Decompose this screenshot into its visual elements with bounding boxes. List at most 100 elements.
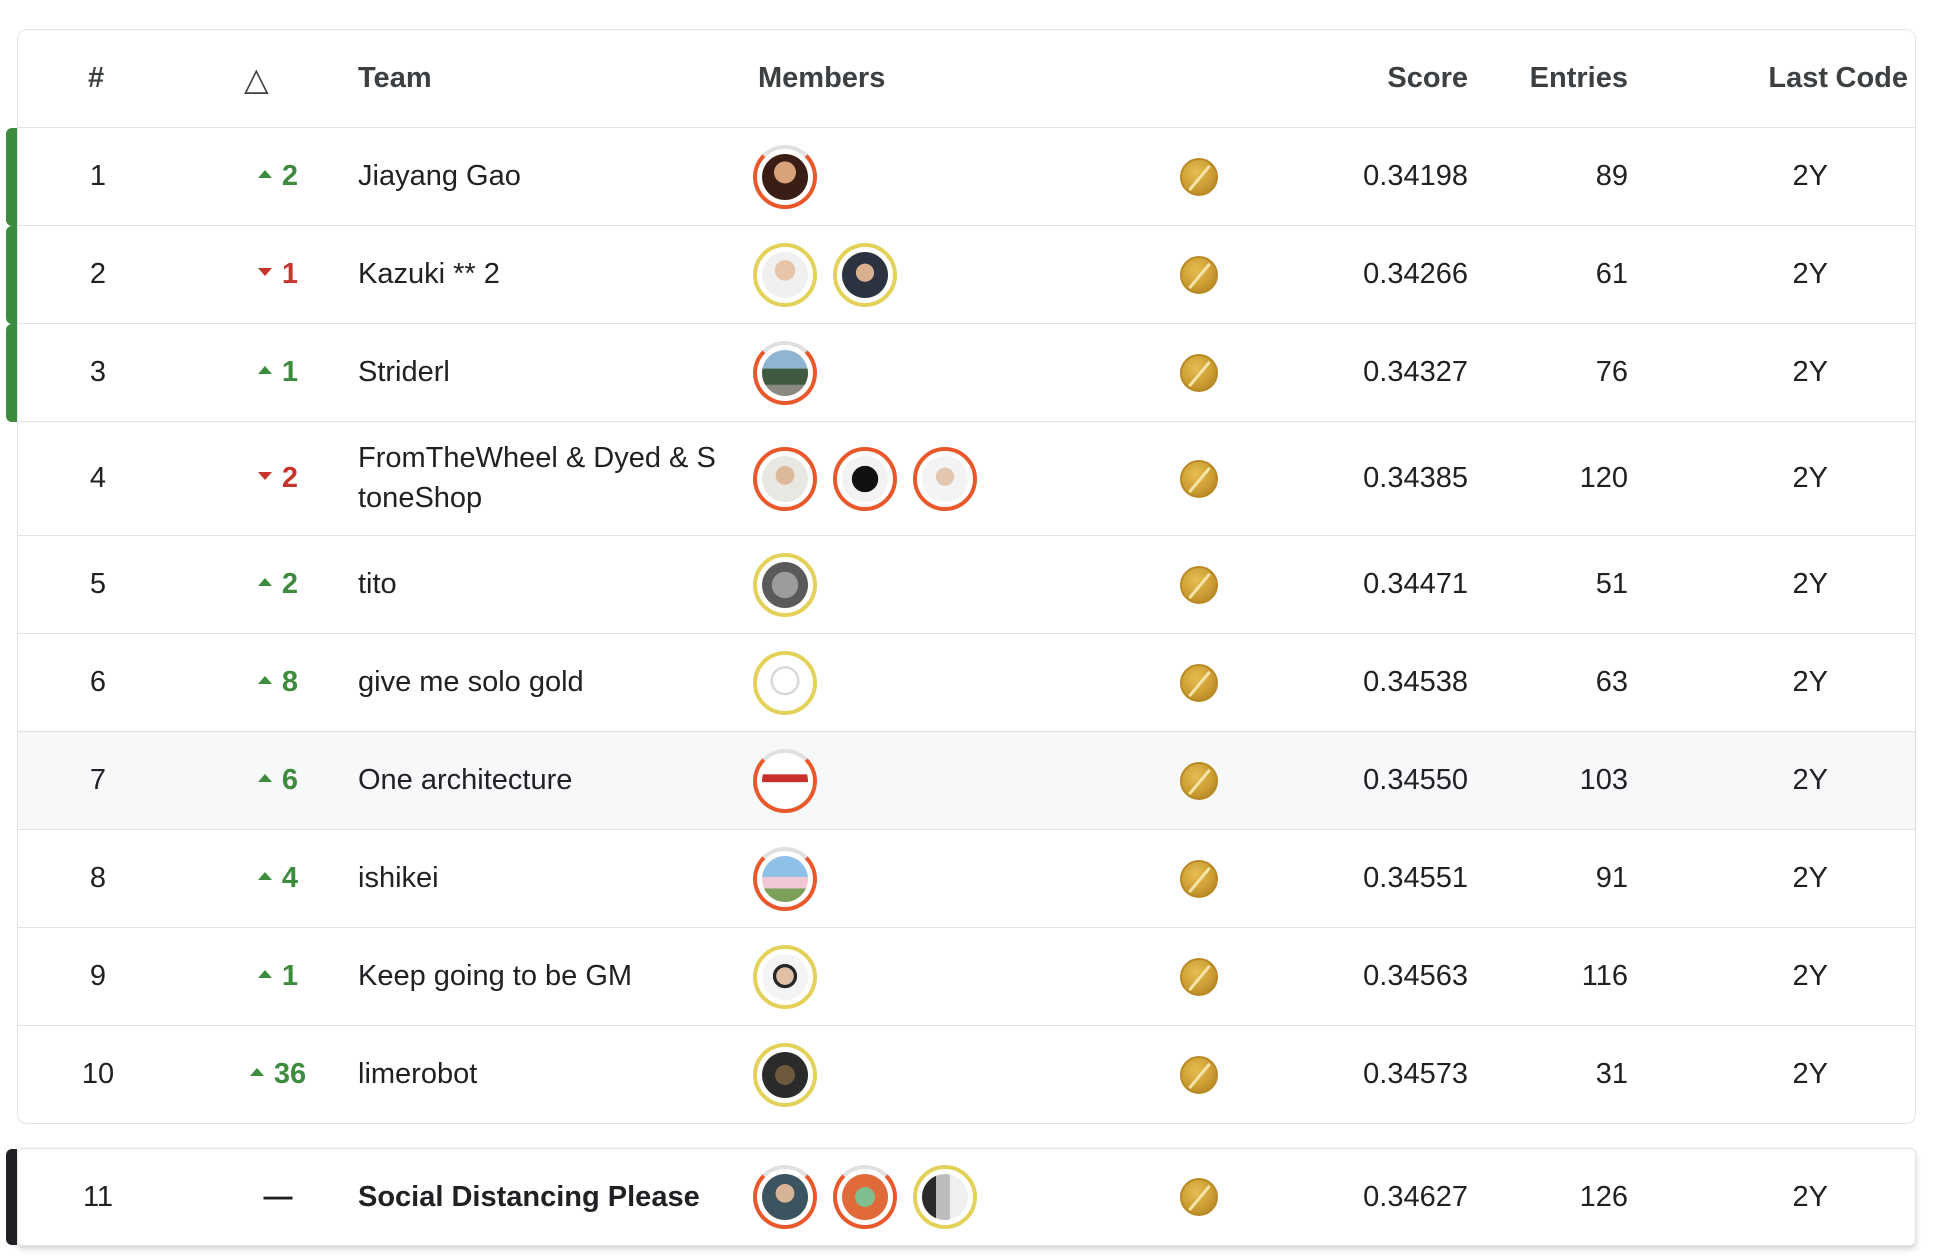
header-last[interactable]: Last bbox=[1718, 62, 1828, 95]
entries-cell: 91 bbox=[1595, 862, 1628, 894]
team-name[interactable]: limerobot bbox=[358, 1054, 728, 1094]
rank-cell: 5 bbox=[89, 568, 107, 600]
table-header: # △ Team Members Score Entries Last Code bbox=[18, 30, 1915, 128]
team-name[interactable]: FromTheWheel & Dyed & StoneShop bbox=[358, 438, 718, 518]
entries-cell: 51 bbox=[1595, 568, 1628, 600]
score-cell: 0.34627 bbox=[1363, 1181, 1468, 1213]
rank-cell: 3 bbox=[89, 356, 107, 388]
entries-cell: 120 bbox=[1579, 462, 1628, 494]
user-avatar[interactable] bbox=[753, 341, 817, 405]
user-avatar[interactable] bbox=[753, 945, 817, 1009]
rank-cell: 1 bbox=[89, 160, 107, 192]
user-avatar[interactable] bbox=[753, 145, 817, 209]
user-avatar[interactable] bbox=[753, 1043, 817, 1107]
entries-cell: 116 bbox=[1581, 960, 1628, 992]
entries-cell: 103 bbox=[1579, 764, 1628, 796]
score-cell: 0.34385 bbox=[1363, 462, 1468, 494]
last-cell: 2Y bbox=[1792, 160, 1828, 192]
delta-cell: 4 bbox=[188, 862, 368, 895]
user-avatar[interactable] bbox=[753, 243, 817, 307]
header-code[interactable]: Code bbox=[1818, 62, 1909, 95]
caret-down-icon bbox=[257, 268, 272, 277]
last-cell: 2Y bbox=[1792, 462, 1828, 494]
table-row[interactable]: 9 1 Keep going to be GM 0.34563 116 2Y bbox=[18, 928, 1915, 1026]
last-cell: 2Y bbox=[1792, 666, 1828, 698]
score-cell: 0.34198 bbox=[1363, 160, 1468, 192]
gold-zone-indicator bbox=[6, 324, 17, 422]
entries-cell: 126 bbox=[1579, 1181, 1628, 1213]
score-cell: 0.34573 bbox=[1363, 1058, 1468, 1090]
user-avatar[interactable] bbox=[753, 1165, 817, 1229]
user-avatar[interactable] bbox=[753, 447, 817, 511]
gold-zone-indicator bbox=[6, 226, 17, 324]
user-avatar[interactable] bbox=[913, 447, 977, 511]
entries-cell: 63 bbox=[1595, 666, 1628, 698]
user-avatar[interactable] bbox=[753, 847, 817, 911]
delta-cell: 36 bbox=[188, 1058, 368, 1091]
table-row[interactable]: 1 2 Jiayang Gao 0.34198 89 2Y bbox=[6, 128, 1915, 226]
user-avatar[interactable] bbox=[913, 1165, 977, 1229]
table-row[interactable]: 6 8 give me solo gold 0.34538 63 2Y bbox=[18, 634, 1915, 732]
table-row[interactable]: 8 4 ishikei 0.34551 91 2Y bbox=[18, 830, 1915, 928]
user-avatar[interactable] bbox=[753, 651, 817, 715]
delta-cell: 2 bbox=[188, 462, 368, 495]
header-members[interactable]: Members bbox=[758, 62, 885, 95]
caret-up-icon bbox=[257, 872, 272, 881]
team-name[interactable]: Keep going to be GM bbox=[358, 956, 728, 996]
rank-cell: 11 bbox=[82, 1181, 114, 1213]
caret-up-icon bbox=[257, 970, 272, 979]
delta-cell: 6 bbox=[188, 764, 368, 797]
header-rank[interactable]: # bbox=[88, 62, 104, 95]
caret-up-icon bbox=[257, 676, 272, 685]
user-avatar[interactable] bbox=[833, 447, 897, 511]
rank-cell: 8 bbox=[89, 862, 107, 894]
caret-up-icon bbox=[257, 578, 272, 587]
user-avatar[interactable] bbox=[833, 243, 897, 307]
score-cell: 0.34538 bbox=[1363, 666, 1468, 698]
team-name[interactable]: Social Distancing Please bbox=[358, 1177, 728, 1217]
entries-cell: 89 bbox=[1595, 160, 1628, 192]
last-cell: 2Y bbox=[1792, 764, 1828, 796]
score-cell: 0.34471 bbox=[1363, 568, 1468, 600]
team-name[interactable]: Kazuki ** 2 bbox=[358, 254, 728, 294]
header-team[interactable]: Team bbox=[358, 62, 432, 95]
rank-cell: 9 bbox=[89, 960, 107, 992]
table-row[interactable]: 2 1 Kazuki ** 2 0.34266 61 2Y bbox=[6, 226, 1915, 324]
rank-cell: 2 bbox=[89, 258, 107, 290]
score-cell: 0.34327 bbox=[1363, 356, 1468, 388]
caret-up-icon bbox=[257, 170, 272, 179]
entries-cell: 76 bbox=[1595, 356, 1628, 388]
score-cell: 0.34551 bbox=[1363, 862, 1468, 894]
table-row[interactable]: 4 2 FromTheWheel & Dyed & StoneShop 0.34… bbox=[18, 422, 1915, 536]
rank-cell: 6 bbox=[89, 666, 107, 698]
user-avatar[interactable] bbox=[753, 553, 817, 617]
team-name[interactable]: Jiayang Gao bbox=[358, 156, 728, 196]
gold-zone-indicator bbox=[6, 128, 17, 226]
team-name[interactable]: tito bbox=[358, 564, 728, 604]
rank-cell: 4 bbox=[89, 462, 107, 494]
caret-up-icon bbox=[257, 366, 272, 375]
your-team-indicator bbox=[6, 1149, 17, 1245]
header-entries[interactable]: Entries bbox=[1508, 62, 1628, 95]
leaderboard-table: # △ Team Members Score Entries Last Code… bbox=[6, 29, 1916, 1124]
table-row[interactable]: 5 2 tito 0.34471 51 2Y bbox=[18, 536, 1915, 634]
header-delta[interactable]: △ bbox=[244, 60, 269, 98]
last-cell: 2Y bbox=[1792, 1181, 1828, 1213]
table-row[interactable]: 10 36 limerobot 0.34573 31 2Y bbox=[18, 1026, 1915, 1124]
team-name[interactable]: Striderl bbox=[358, 352, 728, 392]
caret-up-icon bbox=[257, 774, 272, 783]
score-cell: 0.34563 bbox=[1363, 960, 1468, 992]
your-team-row[interactable]: 11 — Social Distancing Please 0.34627 12… bbox=[6, 1148, 1916, 1246]
table-row[interactable]: 3 1 Striderl 0.34327 76 2Y bbox=[6, 324, 1915, 422]
user-avatar[interactable] bbox=[833, 1165, 897, 1229]
delta-cell: 2 bbox=[188, 568, 368, 601]
team-name[interactable]: One architecture bbox=[358, 760, 728, 800]
table-row[interactable]: 7 6 One architecture 0.34550 103 2Y bbox=[18, 732, 1915, 830]
score-cell: 0.34550 bbox=[1363, 764, 1468, 796]
user-avatar[interactable] bbox=[753, 749, 817, 813]
team-name[interactable]: ishikei bbox=[358, 858, 728, 898]
header-score[interactable]: Score bbox=[1368, 62, 1468, 95]
team-name[interactable]: give me solo gold bbox=[358, 662, 728, 702]
delta-cell: — bbox=[263, 1181, 293, 1213]
last-cell: 2Y bbox=[1792, 960, 1828, 992]
